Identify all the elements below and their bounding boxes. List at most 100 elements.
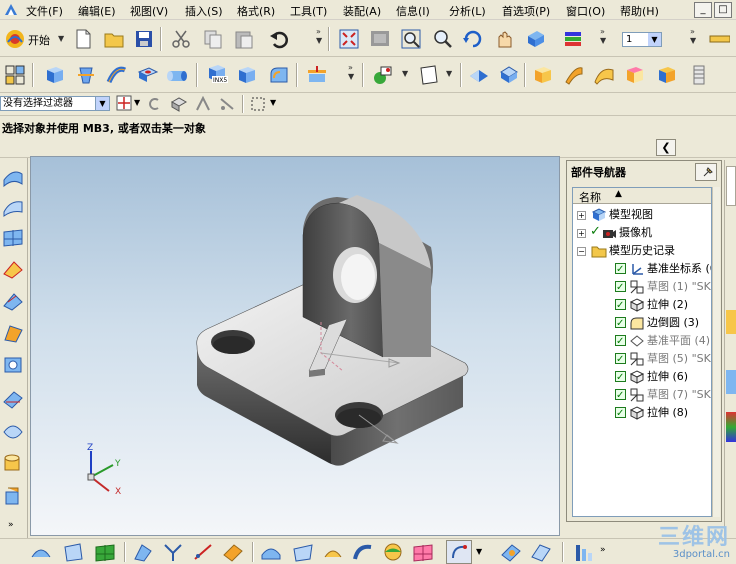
surface-tool-4-icon[interactable] xyxy=(2,258,24,280)
snap-dropdown-icon[interactable]: ▼ xyxy=(134,98,140,107)
surface-tool-1-icon[interactable] xyxy=(2,166,24,188)
menu-analysis[interactable]: 分析(L) xyxy=(449,3,486,19)
graphics-window[interactable]: Z Y X xyxy=(30,156,560,536)
resource-tab-palette[interactable] xyxy=(726,412,736,442)
feature-datum-plane-4[interactable]: 基准平面 (4) xyxy=(573,332,711,351)
plane-dropdown-icon[interactable]: ▼ xyxy=(446,69,452,78)
surface-tool-b3-icon[interactable] xyxy=(322,541,344,563)
resource-tab-history[interactable] xyxy=(726,370,736,394)
surface-tool-11-icon[interactable] xyxy=(2,484,24,506)
part-navigator-tree[interactable]: 名称 ▲ + 模型视图 + ✓ 摄像机 − 模型历史记录 基准坐标系 (0) xyxy=(572,187,712,517)
select-method-dropdown-icon[interactable]: ▼ xyxy=(270,98,276,107)
trim-body-icon[interactable] xyxy=(306,64,328,86)
feature-extrude-2[interactable]: 拉伸 (2) xyxy=(573,296,711,315)
resource-bar-collapse-button[interactable]: ❮ xyxy=(656,139,676,156)
curve-tool-4-icon[interactable] xyxy=(132,541,154,563)
feature-checkbox[interactable] xyxy=(615,387,626,405)
menu-window[interactable]: 窗口(O) xyxy=(566,3,605,19)
tree-item-model-views[interactable]: + 模型视图 xyxy=(573,206,711,224)
surface-mesh-icon[interactable] xyxy=(2,226,24,248)
curve-tool-3-icon[interactable] xyxy=(94,541,116,563)
surface-curve-icon[interactable] xyxy=(593,64,615,86)
start-icon[interactable] xyxy=(4,28,26,50)
surface-tool-8-icon[interactable] xyxy=(2,388,24,410)
menu-insert[interactable]: 插入(S) xyxy=(185,3,223,19)
surface-tool-6-icon[interactable] xyxy=(2,322,24,344)
paste-icon[interactable] xyxy=(233,28,255,50)
feature-checkbox[interactable] xyxy=(615,333,626,351)
fit-view-icon[interactable] xyxy=(338,28,360,50)
feature-extrude-8[interactable]: 拉伸 (8) xyxy=(573,404,711,423)
surface-tool-b4-icon[interactable] xyxy=(352,541,374,563)
surface-tool-b5-icon[interactable] xyxy=(382,541,404,563)
edge-blend-icon[interactable] xyxy=(268,64,290,86)
zoom-window-icon[interactable] xyxy=(369,28,391,50)
menu-edit[interactable]: 编辑(E) xyxy=(78,3,116,19)
undo-icon[interactable] xyxy=(268,28,290,50)
surface-tool-5-icon[interactable] xyxy=(2,290,24,312)
measure-icon[interactable] xyxy=(708,28,730,50)
point-constructor-icon[interactable] xyxy=(372,64,394,86)
new-file-icon[interactable] xyxy=(72,28,94,50)
start-button[interactable]: 开始 xyxy=(28,32,50,48)
sketch-icon[interactable] xyxy=(4,64,26,86)
select-intent-icon[interactable] xyxy=(194,96,212,112)
menu-view[interactable]: 视图(V) xyxy=(130,3,168,19)
feature-sketch-7[interactable]: 草图 (7) "SKETCH_002" xyxy=(573,386,711,405)
surface-tool-b2-icon[interactable] xyxy=(292,541,314,563)
toolbar1b-chevron-icon[interactable]: » ▼ xyxy=(600,27,606,45)
minimize-button[interactable]: _ xyxy=(694,2,712,18)
select-back-icon[interactable] xyxy=(146,96,162,112)
snap-point-icon[interactable] xyxy=(116,95,132,111)
feature-checkbox[interactable] xyxy=(615,351,626,369)
chevron-down-icon[interactable]: ▼ xyxy=(648,33,661,46)
save-icon[interactable] xyxy=(133,28,155,50)
surface-patch-icon[interactable] xyxy=(624,64,646,86)
datum-plane-icon[interactable] xyxy=(418,64,440,86)
surface-tool-b1-icon[interactable] xyxy=(260,541,282,563)
menu-assembly[interactable]: 装配(A) xyxy=(343,3,381,19)
layer-settings-icon[interactable] xyxy=(562,28,584,50)
shaded-view-icon[interactable] xyxy=(525,28,547,50)
surface-tool-b7-icon[interactable] xyxy=(500,541,522,563)
select-rule-icon[interactable] xyxy=(218,96,236,112)
resource-tab-navigator[interactable] xyxy=(726,166,736,206)
feature-checkbox[interactable] xyxy=(615,297,626,315)
type-filter-select[interactable]: 没有选择过滤器 ▼ xyxy=(0,96,110,111)
pan-icon[interactable] xyxy=(493,28,515,50)
curve-tool-2-icon[interactable] xyxy=(62,541,84,563)
surface-tool-b8-icon[interactable] xyxy=(530,541,552,563)
curve-tool-5-icon[interactable] xyxy=(162,541,184,563)
shell-icon[interactable] xyxy=(498,64,520,86)
surface-offset-icon[interactable] xyxy=(656,64,678,86)
block-icon[interactable] xyxy=(236,64,258,86)
expand-icon[interactable]: + xyxy=(577,229,586,238)
menu-tools[interactable]: 工具(T) xyxy=(290,3,327,19)
toolbar1-chevron-icon[interactable]: » ▼ xyxy=(316,27,322,45)
rectangle-select-icon[interactable] xyxy=(250,96,266,112)
inx5-icon[interactable]: INX5 xyxy=(206,62,228,84)
hole-icon[interactable] xyxy=(137,64,159,86)
surface-tool-b6-icon[interactable] xyxy=(412,541,434,563)
collapse-icon[interactable]: − xyxy=(577,247,586,256)
menu-format[interactable]: 格式(R) xyxy=(237,3,275,19)
open-folder-icon[interactable] xyxy=(103,28,125,50)
left-toolbar-more-icon[interactable]: » xyxy=(8,520,14,530)
feature-sketch-5[interactable]: 草图 (5) "SKETCH_001" xyxy=(573,350,711,369)
surface-sweep-icon[interactable] xyxy=(563,64,585,86)
bottom-toolbar-more-icon[interactable]: » xyxy=(600,545,606,555)
analysis-tool-icon[interactable] xyxy=(572,541,594,563)
surface-tool-2-icon[interactable] xyxy=(2,196,24,218)
column-header-name[interactable]: 名称 ▲ xyxy=(573,188,711,204)
toolbar1c-chevron-icon[interactable]: » ▼ xyxy=(690,27,696,45)
feature-checkbox[interactable] xyxy=(615,369,626,387)
curve-tool-1-icon[interactable] xyxy=(30,541,52,563)
copy-icon[interactable] xyxy=(202,28,224,50)
feature-edge-blend-3[interactable]: 边倒圆 (3) xyxy=(573,314,711,333)
feature-checkbox[interactable] xyxy=(615,279,626,297)
curve-tool-6-icon[interactable] xyxy=(192,541,214,563)
point-dropdown-icon[interactable]: ▼ xyxy=(402,69,408,78)
feature-checkbox[interactable] xyxy=(615,315,626,333)
extrude-icon[interactable] xyxy=(44,64,66,86)
zoom-icon[interactable] xyxy=(400,28,422,50)
